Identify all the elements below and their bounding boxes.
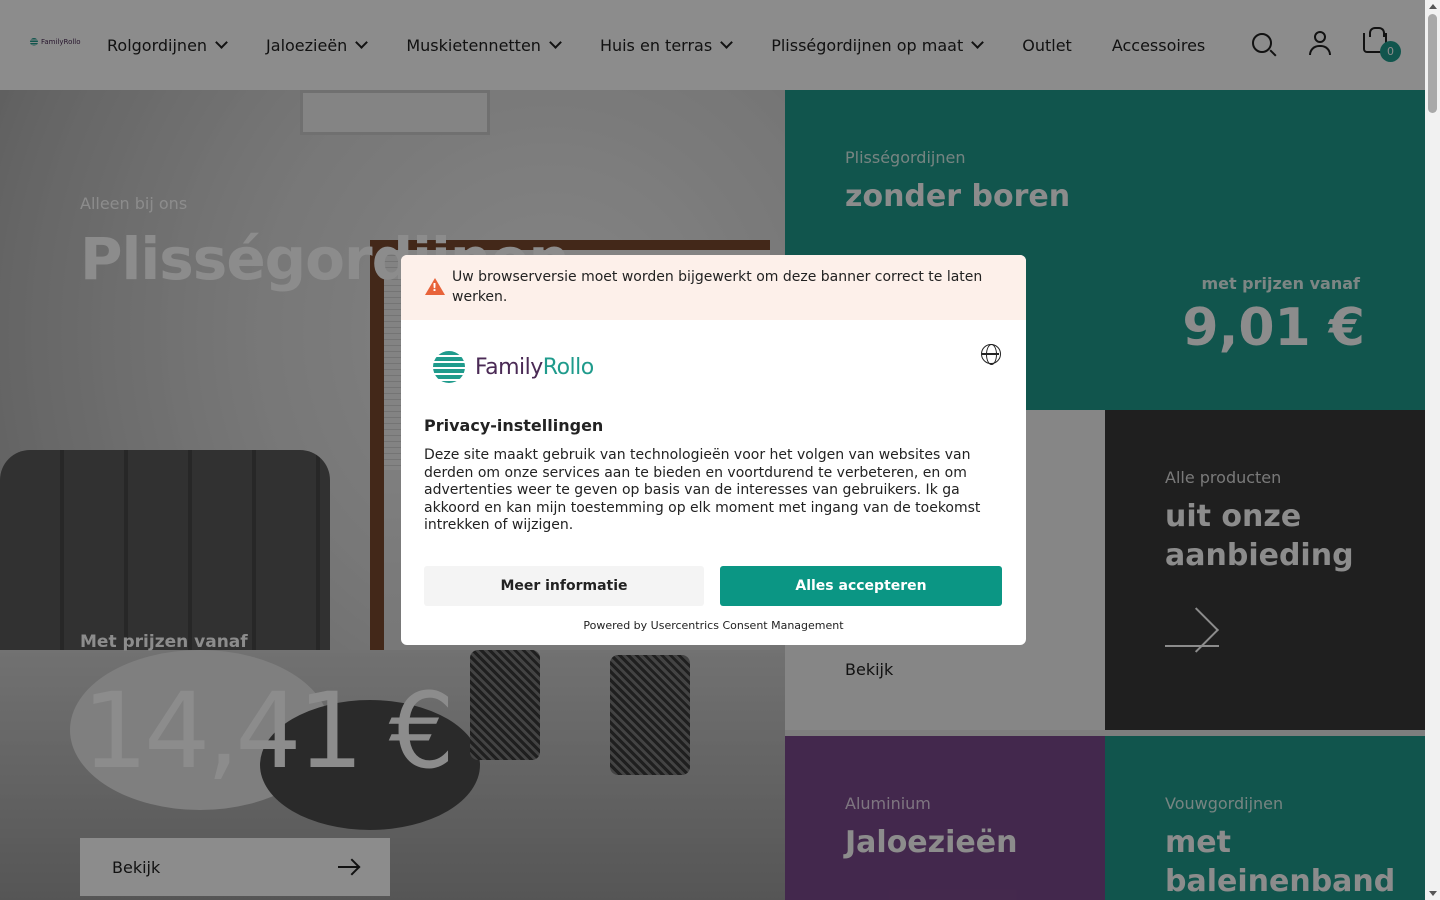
powered-by-text[interactable]: Powered by Usercentrics Consent Manageme… bbox=[401, 619, 1026, 632]
language-globe-icon[interactable] bbox=[981, 344, 1001, 365]
scroll-down-arrow-icon[interactable] bbox=[1429, 891, 1437, 896]
consent-logo: FamilyRollo bbox=[433, 351, 594, 383]
scrollbar-thumb[interactable] bbox=[1428, 14, 1437, 113]
more-info-button[interactable]: Meer informatie bbox=[424, 566, 704, 606]
warning-icon bbox=[425, 278, 445, 295]
accept-all-button[interactable]: Alles accepteren bbox=[720, 566, 1002, 606]
page-scrollbar[interactable] bbox=[1425, 0, 1440, 900]
scroll-up-arrow-icon[interactable] bbox=[1429, 4, 1437, 9]
consent-body-text: Deze site maakt gebruik van technologieë… bbox=[424, 447, 981, 533]
consent-dialog: Uw browserversie moet worden bijgewerkt … bbox=[401, 255, 1026, 645]
consent-title: Privacy-instellingen bbox=[424, 416, 604, 435]
browser-warning-banner: Uw browserversie moet worden bijgewerkt … bbox=[401, 255, 1026, 320]
browser-warning-text: Uw browserversie moet worden bijgewerkt … bbox=[452, 269, 983, 305]
consent-logo-text: FamilyRollo bbox=[475, 354, 594, 380]
logo-icon bbox=[433, 351, 465, 383]
